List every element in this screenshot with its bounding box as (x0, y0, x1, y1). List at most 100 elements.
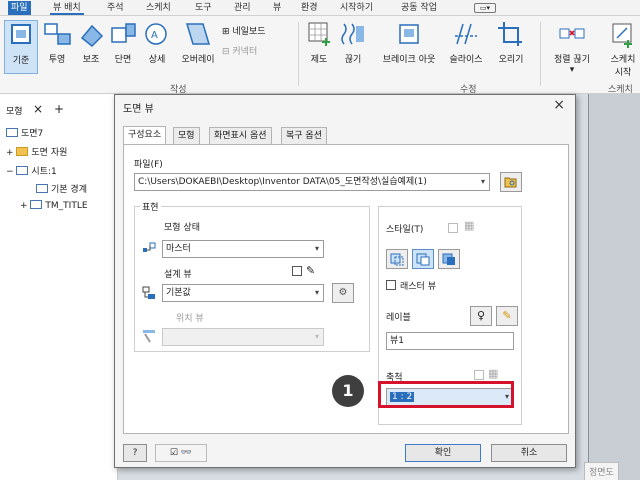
auxiliary-view-button[interactable]: 보조 (76, 20, 106, 65)
tree-item-default-border[interactable]: 기본 경계 (36, 182, 87, 195)
representation-label: 표현 (140, 200, 161, 213)
detail-view-icon: A (145, 23, 167, 45)
start-sketch-label: 스케치 (610, 55, 636, 65)
chevron-down-icon: ▾ (480, 177, 485, 186)
ribbon: 기준 투영 보조 단면 A 상세 오버레이 ⊞ 네일보드 ⊟ 커넥터 제도 끊기… (0, 16, 640, 95)
label-label: 레이블 (386, 313, 411, 323)
preview-toggle[interactable]: ☑ 👓 (155, 444, 207, 462)
tree-label: 기본 경계 (51, 185, 87, 195)
ribbon-display-toggle-icon[interactable]: ▭▾ (474, 3, 496, 13)
tree-label: 시트:1 (31, 167, 57, 177)
position-view-select[interactable]: ▾ (162, 328, 324, 346)
tab-get-started[interactable]: 시작하기 (337, 1, 376, 15)
overlay-view-button[interactable]: 오버레이 (176, 20, 220, 65)
design-view-settings-button[interactable]: ⚙ (332, 283, 354, 303)
browser-close-icon[interactable]: × (33, 102, 43, 116)
tree-item-sheet[interactable]: − 시트:1 (6, 164, 57, 177)
overlay-view-icon (185, 23, 211, 45)
position-view-icon (143, 330, 155, 343)
tab-manage[interactable]: 관리 (231, 1, 254, 15)
crop-button[interactable]: 오리기 (494, 20, 528, 65)
label-input[interactable]: 뷰1 (386, 332, 514, 350)
tab-model[interactable]: 모형 (173, 127, 200, 144)
tree-item-drawing[interactable]: 도면7 (6, 126, 43, 139)
drawing-file-icon (6, 128, 18, 137)
style-shaded-button[interactable] (438, 249, 460, 269)
hidden-line-icon (390, 253, 404, 266)
dialog-close-icon[interactable]: × (553, 97, 565, 113)
crop-icon (498, 22, 522, 46)
break-out-icon (399, 24, 419, 44)
break-alignment-button[interactable]: 정렬 끊기 ▾ (546, 20, 598, 75)
design-view-select[interactable]: 기본값 ▾ (162, 284, 324, 302)
section-view-button[interactable]: 단면 (108, 20, 138, 65)
border-icon (36, 184, 48, 193)
tree-item-title-block[interactable]: + TM_TITLE (20, 200, 88, 211)
break-out-button[interactable]: 브레이크 아웃 (376, 20, 442, 65)
browser-tab-model[interactable]: 모형 (6, 104, 23, 117)
ribbon-separator (298, 22, 299, 86)
scale-from-base-checkbox[interactable] (474, 370, 484, 380)
break-button[interactable]: 끊기 (338, 20, 368, 65)
style-from-base-checkbox[interactable] (448, 223, 458, 233)
slice-icon (455, 23, 477, 45)
tab-component[interactable]: 구성요소 (123, 126, 167, 145)
start-sketch-sub-label: 시작 (614, 68, 632, 78)
style-from-base-icon: ▦ (464, 219, 475, 232)
tab-display-options[interactable]: 화면표시 옵션 (209, 127, 272, 144)
base-view-label: 기준 (12, 56, 30, 66)
file-label: 파일(F) (134, 160, 163, 170)
base-view-button[interactable]: 기준 (4, 20, 38, 74)
style-hidden-line-removed-button[interactable] (412, 249, 434, 269)
break-out-label: 브레이크 아웃 (382, 55, 436, 65)
gear-icon: ⚙ (338, 287, 348, 298)
draft-view-button[interactable]: 제도 (302, 20, 336, 65)
style-hidden-line-button[interactable] (386, 249, 408, 269)
help-button[interactable]: ? (123, 444, 147, 462)
tree-item-drawing-resources[interactable]: + 도면 자원 (6, 145, 67, 158)
start-sketch-icon (612, 23, 632, 48)
edit-label-button[interactable]: ✎ (496, 306, 518, 326)
model-state-icon (143, 242, 156, 252)
expand-plus-icon: + (6, 148, 17, 158)
chevron-down-icon: ▾ (314, 288, 319, 297)
step-callout-badge: 1 (332, 375, 364, 407)
tab-environment[interactable]: 환경 (298, 1, 321, 15)
detail-view-button[interactable]: A 상세 (140, 20, 174, 65)
tab-annotate[interactable]: 주석 (104, 1, 127, 15)
tab-recovery-options[interactable]: 복구 옵션 (281, 127, 327, 144)
slice-button[interactable]: 슬라이스 (446, 20, 486, 65)
tab-view[interactable]: 뷰 (270, 1, 284, 15)
tab-tools[interactable]: 도구 (192, 1, 215, 15)
break-alignment-dropdown-icon: ▾ (569, 65, 575, 75)
start-sketch-button[interactable]: 스케치시작 (606, 20, 640, 78)
overlay-view-label: 오버레이 (181, 55, 215, 65)
chevron-down-icon: ▾ (314, 332, 319, 341)
nailboard-button[interactable]: ⊞ 네일보드 (222, 24, 266, 37)
file-path-value: C:\Users\DOKAEBI\Desktop\Inventor DATA\0… (138, 177, 427, 187)
raster-view-checkbox[interactable] (386, 280, 396, 290)
tab-file[interactable]: 파일 (8, 1, 31, 15)
model-state-select[interactable]: 마스터 ▾ (162, 240, 324, 258)
auxiliary-view-label: 보조 (82, 55, 100, 65)
model-state-label: 모형 상태 (164, 223, 200, 233)
tab-collaborate[interactable]: 공동 작업 (398, 1, 440, 15)
view-cube-label[interactable]: 정면도 (584, 462, 619, 480)
draft-view-label: 제도 (310, 55, 328, 65)
cancel-button[interactable]: 취소 (491, 444, 567, 462)
projected-view-button[interactable]: 투영 (42, 20, 72, 65)
tab-place-views[interactable]: 뷰 배치 (50, 1, 84, 15)
connector-button[interactable]: ⊟ 커넥터 (222, 44, 257, 57)
ok-button[interactable]: 확인 (405, 444, 481, 462)
nailboard-icon: ⊞ (222, 27, 233, 37)
break-alignment-label: 정렬 끊기 (554, 55, 590, 65)
browser-add-tab-icon[interactable]: + (54, 102, 64, 116)
label-visibility-button[interactable]: ♀ (470, 306, 492, 326)
tab-sketch[interactable]: 스케치 (143, 1, 174, 15)
open-file-button[interactable] (500, 172, 522, 192)
draft-view-icon (308, 22, 330, 46)
file-path-select[interactable]: C:\Users\DOKAEBI\Desktop\Inventor DATA\0… (134, 173, 490, 191)
design-view-associative-checkbox[interactable] (292, 266, 302, 276)
break-label: 끊기 (344, 55, 362, 65)
slice-label: 슬라이스 (449, 55, 483, 65)
